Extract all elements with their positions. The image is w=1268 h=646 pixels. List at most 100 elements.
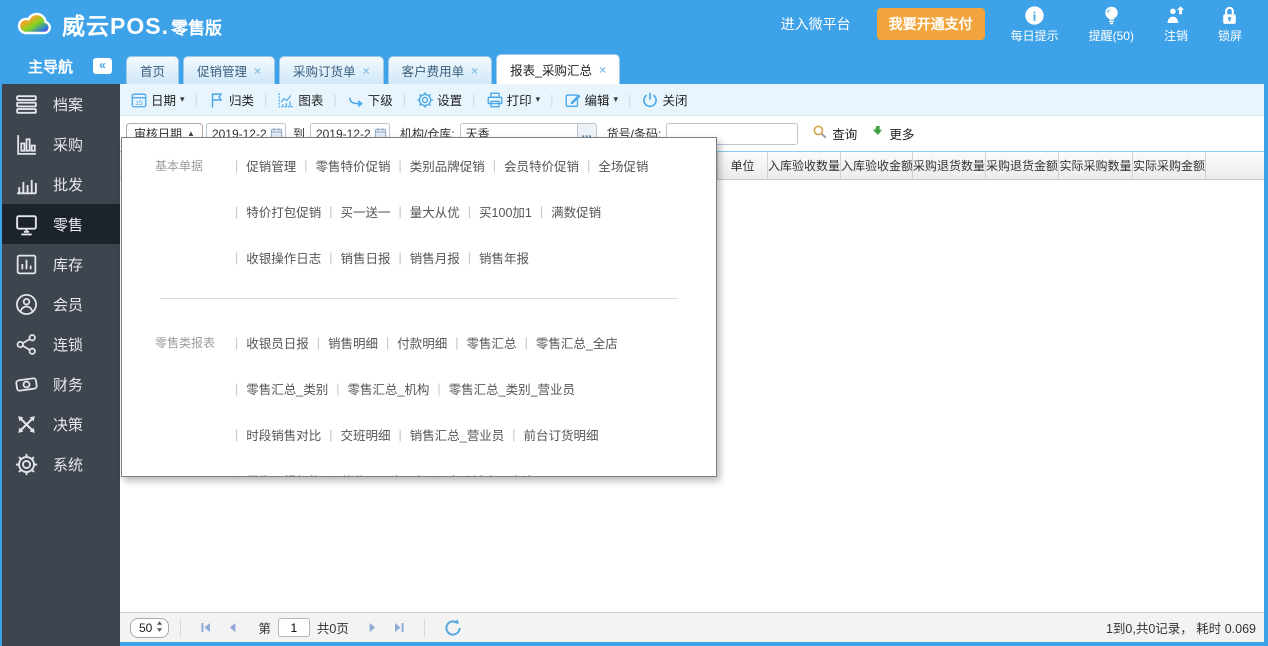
toolbar-print-button[interactable]: 打印 ▾: [484, 90, 543, 109]
toolbar-classify-button[interactable]: 归类: [206, 90, 256, 109]
menu-item[interactable]: 销售月报: [410, 248, 460, 267]
column-header[interactable]: 单位: [718, 152, 768, 180]
sidebar-item-purchase[interactable]: 采购: [0, 124, 120, 164]
menu-item[interactable]: 买100加1: [479, 202, 532, 221]
column-header[interactable]: 实际采购金额: [1133, 152, 1206, 180]
page-number-input[interactable]: [277, 618, 310, 637]
sidebar-item-members[interactable]: 会员: [0, 284, 120, 324]
menu-item[interactable]: 前台订货明细: [523, 425, 598, 444]
menu-item[interactable]: 零售汇总_类别_营业员: [449, 379, 575, 398]
menu-item[interactable]: 交班明细: [341, 425, 391, 444]
menu-item[interactable]: 促销管理: [246, 156, 296, 175]
column-header[interactable]: 采购退货金额: [986, 152, 1059, 180]
next-page-button[interactable]: [366, 621, 379, 634]
menu-item[interactable]: 类别品牌促销: [410, 156, 485, 175]
header-action-daily-tips[interactable]: i 每日提示: [1011, 5, 1059, 44]
menu-item[interactable]: 销售明细: [328, 333, 378, 352]
tab-home[interactable]: 首页: [126, 56, 180, 84]
column-header[interactable]: 实际采购数量: [1059, 152, 1133, 180]
app-title-suffix: 零售版: [170, 18, 222, 38]
menu-item[interactable]: 销售汇总_营业员: [410, 425, 504, 444]
divider: [423, 618, 425, 637]
menu-item[interactable]: 特价打包促销: [246, 202, 321, 221]
sidebar-item-chain[interactable]: 连锁: [0, 324, 120, 364]
menu-separator: |: [492, 158, 497, 173]
sidebar-item-finance[interactable]: 财务: [0, 364, 120, 404]
menu-item[interactable]: 收银员日报: [246, 333, 309, 352]
menu-separator: |: [235, 335, 239, 350]
sidebar-item-system[interactable]: 系统: [0, 444, 120, 484]
menu-item[interactable]: 买一送一: [341, 202, 391, 221]
page-prefix: 第: [258, 622, 271, 636]
sidebar-item-decision[interactable]: 决策: [0, 404, 120, 444]
header-action-logout[interactable]: 注销: [1164, 5, 1188, 44]
prev-page-button[interactable]: [226, 621, 239, 634]
page-size-select[interactable]: 50: [130, 617, 170, 638]
menu-item[interactable]: 零售汇总: [467, 333, 517, 352]
menu-item[interactable]: 零售汇总_全店: [536, 333, 618, 352]
menu-item[interactable]: 营业员开卡明细: [341, 471, 429, 476]
sidebar-item-retail[interactable]: 零售: [0, 204, 120, 244]
menu-item[interactable]: 零售日报机构: [246, 471, 321, 476]
gear-icon: [14, 452, 39, 477]
menu-item[interactable]: 零售汇总_类别: [246, 379, 328, 398]
menu-item[interactable]: 销售日报: [341, 248, 391, 267]
settings-gear-icon: [416, 91, 434, 109]
inventory-icon: [14, 252, 39, 277]
pay-button[interactable]: 我要开通支付: [876, 8, 985, 40]
toolbar-edit-button[interactable]: 编辑 ▾: [562, 90, 621, 109]
tab-purchase-order[interactable]: 采购订货单 ×: [279, 56, 384, 84]
menu-separator: |: [437, 381, 441, 396]
toolbar-date-button[interactable]: 15 日期 ▾: [128, 90, 187, 109]
menu-item[interactable]: 会员特价促销: [504, 156, 579, 175]
sidebar-collapse-button[interactable]: «: [93, 58, 112, 74]
menu-item[interactable]: 满数促销: [551, 202, 601, 221]
tab-close-icon[interactable]: ×: [471, 64, 478, 78]
toolbar-close-button[interactable]: 关闭: [639, 90, 689, 109]
sidebar-item-wholesale[interactable]: 批发: [0, 164, 120, 204]
more-button[interactable]: 更多: [871, 124, 914, 143]
sidebar-item-label: 批发: [53, 176, 84, 194]
menu-item[interactable]: 时段销售对比: [246, 425, 321, 444]
tab-close-icon[interactable]: ×: [254, 64, 261, 78]
menu-item[interactable]: 零售汇总_机构: [347, 379, 429, 398]
menu-item[interactable]: 收银操作日志: [246, 248, 321, 267]
pagination-bar: 50 第 共0页 1到0,共0记录， 耗时 0.069: [120, 612, 1268, 642]
sidebar-item-inventory[interactable]: 库存: [0, 244, 120, 284]
header-action-lock-screen[interactable]: 锁屏: [1218, 5, 1242, 44]
bulb-icon: [1101, 5, 1122, 26]
app-header: 威云POS. 零售版 进入微平台 我要开通支付 i 每日提示 提醒(50) 注销 锁屏: [0, 0, 1268, 48]
menu-item[interactable]: 量大从优: [410, 202, 460, 221]
toolbar-chart-button[interactable]: 图表: [275, 90, 325, 109]
refresh-button[interactable]: [443, 618, 463, 638]
column-header[interactable]: 入库验收数量: [768, 152, 841, 180]
menu-separator: |: [304, 158, 308, 173]
first-page-button[interactable]: [199, 621, 212, 634]
tab-close-icon[interactable]: ×: [363, 64, 370, 78]
tab-report-purchase-summary[interactable]: 报表_采购汇总 ×: [496, 54, 621, 84]
menu-item[interactable]: 零售特价促销: [316, 156, 391, 175]
tab-customer-fee[interactable]: 客户费用单 ×: [387, 56, 493, 84]
query-button[interactable]: 查询: [812, 124, 857, 143]
sidebar: 主导航 « 档案 采购 批发 零售 库存 会员 连锁 财务 决策 系统: [0, 48, 120, 646]
menu-item[interactable]: 全场促销: [598, 156, 648, 175]
tab-promotion-management[interactable]: 促销管理 ×: [183, 56, 276, 84]
retail-menu-panel: 基本单据 | 促销管理 | 零售特价促销 | 类别品牌促销 | 会员特价促销 | 全场促销 | 特价打包…: [121, 137, 717, 477]
wholesale-chart-icon: [14, 172, 39, 197]
tab-close-icon[interactable]: ×: [599, 63, 606, 77]
menu-separator: |: [235, 381, 239, 396]
purchase-chart-icon: [14, 132, 39, 157]
toolbar-separator: |: [550, 92, 554, 107]
column-header[interactable]: 采购退货数量: [913, 152, 986, 180]
toolbar-sublevel-button[interactable]: 下级: [345, 90, 395, 109]
header-action-reminders[interactable]: 提醒(50): [1089, 5, 1134, 44]
toolbar-separator: |: [402, 92, 407, 107]
menu-item[interactable]: 销售年报: [479, 248, 529, 267]
sidebar-item-archives[interactable]: 档案: [0, 84, 120, 124]
platform-link[interactable]: 进入微平台: [781, 14, 851, 34]
menu-item[interactable]: 付款明细: [397, 333, 447, 352]
toolbar-settings-button[interactable]: 设置: [414, 90, 464, 109]
menu-item[interactable]: 未动销商品查询: [447, 471, 535, 476]
last-page-button[interactable]: [393, 621, 406, 634]
column-header[interactable]: 入库验收金额: [841, 152, 913, 180]
